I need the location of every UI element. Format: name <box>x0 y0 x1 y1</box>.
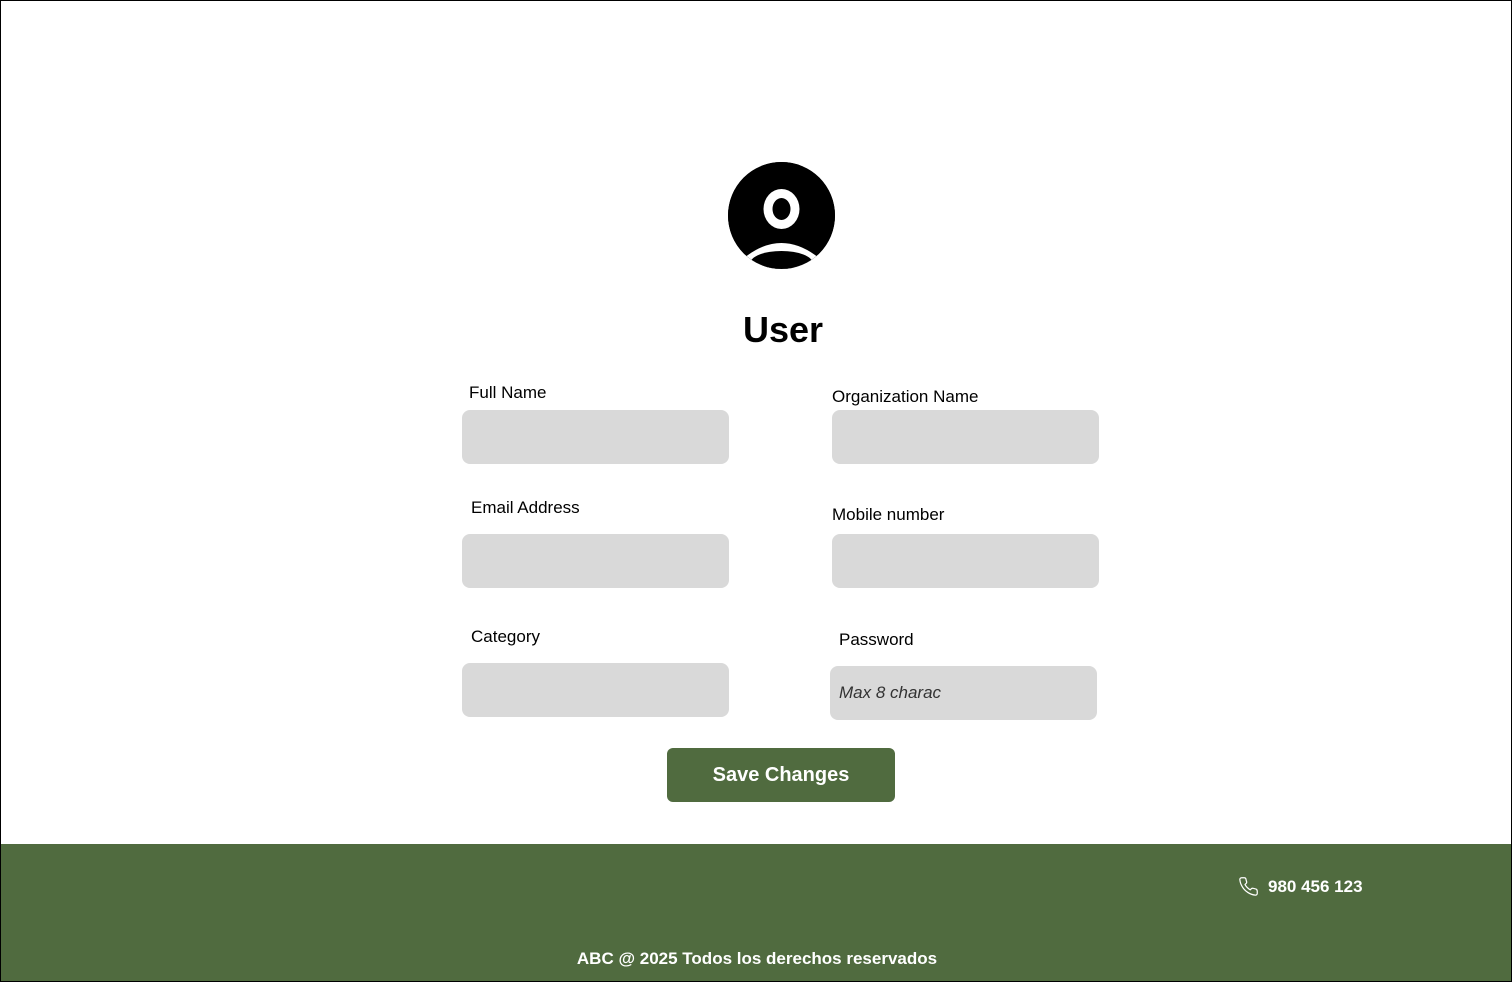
footer: 980 456 123 ABC @ 2025 Todos los derecho… <box>1 844 1511 981</box>
category-label: Category <box>471 627 540 646</box>
organization-name-label: Organization Name <box>832 387 979 406</box>
mobile-number-input[interactable] <box>832 534 1099 588</box>
password-input[interactable] <box>830 666 1097 720</box>
full-name-input[interactable] <box>462 410 729 464</box>
full-name-label: Full Name <box>469 383 547 402</box>
category-input[interactable] <box>462 663 729 717</box>
footer-phone: 980 456 123 <box>1238 876 1363 897</box>
mobile-number-label: Mobile number <box>832 505 945 524</box>
copyright-text: ABC @ 2025 Todos los derechos reservados <box>576 949 938 968</box>
phone-icon <box>1238 876 1259 897</box>
email-address-input[interactable] <box>462 534 729 588</box>
page-title: User <box>742 309 824 350</box>
save-changes-button[interactable]: Save Changes <box>667 748 895 802</box>
password-label: Password <box>839 630 914 649</box>
email-address-label: Email Address <box>471 498 580 517</box>
phone-number: 980 456 123 <box>1268 876 1363 896</box>
user-profile-page: User Full Name Organization Name Email A… <box>0 0 1512 982</box>
organization-name-input[interactable] <box>832 410 1099 464</box>
user-avatar-icon <box>728 162 835 269</box>
